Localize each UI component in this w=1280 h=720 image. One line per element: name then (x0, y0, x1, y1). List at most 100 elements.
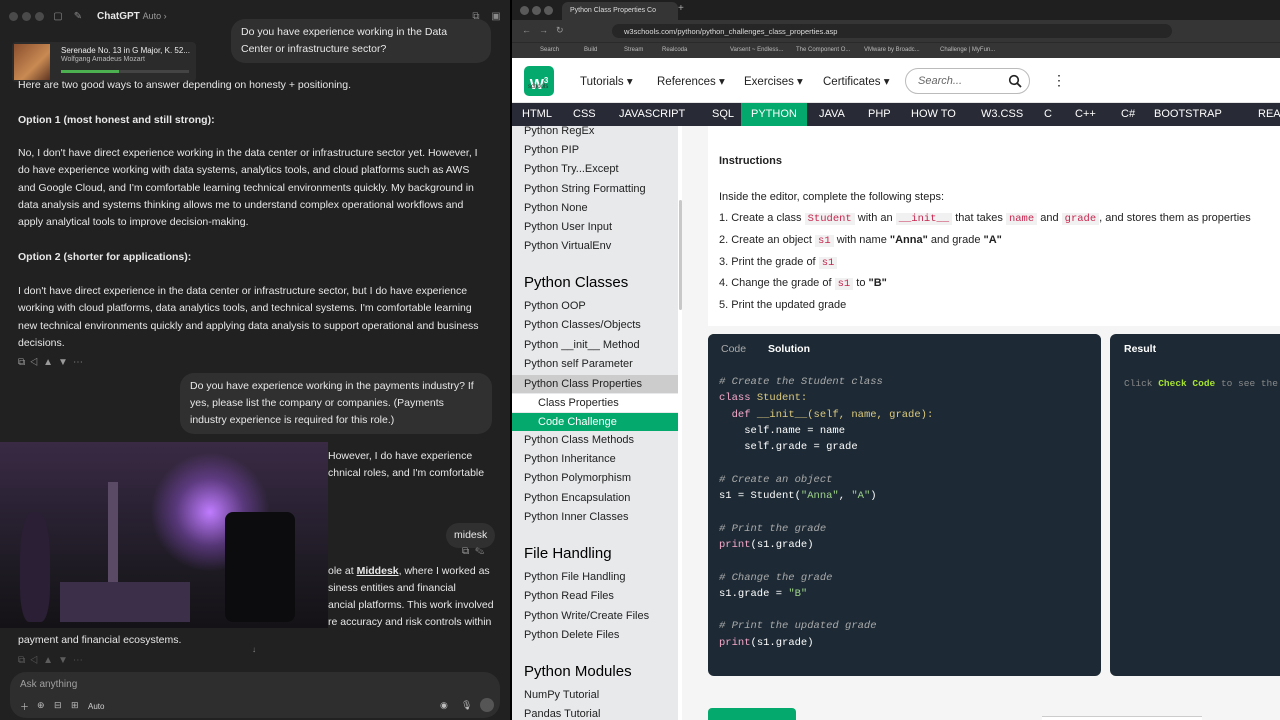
nav-exercises[interactable]: Exercises ▾ (744, 74, 803, 88)
speaker-icon[interactable]: ◁ (30, 357, 43, 368)
topnav-css[interactable]: CSS (563, 103, 606, 126)
topnav-react[interactable]: REACT (1248, 103, 1280, 126)
thumbs-down-icon[interactable]: ▼ (58, 357, 73, 368)
topnav-c#[interactable]: C# (1111, 103, 1145, 126)
voice-mode-icon[interactable] (480, 698, 494, 712)
code-editor[interactable]: Code Solution # Create the Student class… (708, 334, 1101, 676)
sidebar-item[interactable]: Python User Input (524, 221, 612, 233)
sidebar-item[interactable]: Python PIP (524, 144, 579, 156)
sidebar-item[interactable]: Python Read Files (524, 590, 614, 602)
message-input[interactable]: Ask anything (20, 679, 77, 690)
sidebar-item-active[interactable]: Python Class Properties (512, 375, 678, 393)
back-icon[interactable]: ← (522, 25, 539, 35)
edit-icon[interactable]: ✎ (475, 546, 490, 557)
inline-code: grade (1061, 213, 1100, 225)
address-bar-row: ←→↻ w3schools.com/python/python_challeng… (512, 20, 1280, 42)
nav-certificates[interactable]: Certificates ▾ (823, 74, 889, 88)
sidebar-item[interactable]: Python Polymorphism (524, 472, 631, 484)
nav-tutorials[interactable]: Tutorials ▾ (580, 74, 633, 88)
window-icon[interactable]: ▣ (490, 10, 502, 22)
copy-icon[interactable]: ⧉ (462, 546, 475, 557)
sidebar-item[interactable]: Python OOP (524, 300, 586, 312)
bookmark-item[interactable]: Search (540, 47, 559, 53)
bookmark-item[interactable]: Challenge | MyFun... (940, 47, 995, 53)
feedback-widget[interactable] (1042, 716, 1202, 720)
sidebar-item[interactable]: Python Try...Except (524, 163, 619, 175)
tab-solution[interactable]: Solution (768, 343, 810, 355)
nav-references[interactable]: References ▾ (657, 74, 725, 88)
apps-icon[interactable]: ⊞ (71, 700, 79, 711)
sidebar-toggle-icon[interactable]: ▢ (52, 10, 64, 22)
topnav-html[interactable]: HTML (512, 103, 562, 126)
sidebar-item[interactable]: Python Inheritance (524, 453, 616, 465)
sidebar-item[interactable]: Pandas Tutorial (524, 708, 600, 720)
w3schools-logo[interactable]: W3 schools (524, 66, 554, 96)
close-window-button[interactable] (520, 6, 529, 15)
sidebar-item[interactable]: Python Inner Classes (524, 511, 629, 523)
sidebar-subitem[interactable]: Class Properties (512, 394, 678, 412)
mode-selector[interactable]: Auto (88, 702, 104, 711)
topnav-python[interactable]: PYTHON (741, 103, 807, 126)
new-tab-icon[interactable]: + (678, 3, 684, 14)
step-text: and grade (930, 234, 981, 246)
tools-icon[interactable]: ⊟ (54, 700, 62, 711)
bookmark-item[interactable]: The Component O... (796, 47, 850, 53)
topnav-javascript[interactable]: JAVASCRIPT (609, 103, 695, 126)
microphone-icon[interactable]: 🎙 (461, 700, 472, 711)
forward-icon[interactable]: → (539, 25, 556, 35)
browser-tab-active[interactable]: Python Class Properties Co (562, 2, 678, 20)
sidebar-subitem-current[interactable]: Code Challenge (512, 413, 678, 431)
close-window-button[interactable] (9, 12, 18, 21)
sidebar-item[interactable]: Python String Formatting (524, 183, 646, 195)
search-icon[interactable] (1008, 74, 1022, 88)
topnav-w3-css[interactable]: W3.CSS (971, 103, 1033, 126)
tab-code[interactable]: Code (721, 343, 746, 355)
topnav-c[interactable]: C (1034, 103, 1062, 126)
minimize-window-button[interactable] (22, 12, 31, 21)
model-selector[interactable]: ChatGPT Auto › (97, 11, 167, 22)
sidebar-item[interactable]: Python Encapsulation (524, 492, 630, 504)
check-code-button[interactable] (708, 708, 796, 720)
bookmark-item[interactable]: VMware by Broadc... (864, 47, 920, 53)
record-icon[interactable]: ◉ (440, 700, 448, 711)
thumbs-up-icon[interactable]: ▲ (43, 357, 58, 368)
sidebar-item[interactable]: Python None (524, 202, 588, 214)
more-icon[interactable]: ⋯ (73, 357, 88, 368)
now-playing-widget[interactable]: Serenade No. 13 in G Major, K. 52... Wol… (12, 42, 196, 82)
sidebar-item[interactable]: Python self Parameter (524, 358, 633, 370)
bookmark-item[interactable]: Stream (624, 47, 643, 53)
url-field[interactable]: w3schools.com/python/python_challenges_c… (612, 24, 1172, 38)
sidebar-item[interactable]: Python Class Methods (524, 434, 634, 446)
scroll-down-icon[interactable]: ↓ (252, 645, 256, 654)
maximize-window-button[interactable] (35, 12, 44, 21)
bookmark-item[interactable]: Varsent ~ Endless... (730, 47, 783, 53)
company-link[interactable]: Middesk (357, 565, 399, 577)
sidebar-item[interactable]: Python __init__ Method (524, 339, 640, 351)
topnav-how-to[interactable]: HOW TO (901, 103, 966, 126)
search-input[interactable]: Search... (905, 68, 1030, 94)
minimize-window-button[interactable] (532, 6, 541, 15)
topnav-java[interactable]: JAVA (809, 103, 855, 126)
sidebar-item[interactable]: Python Write/Create Files (524, 610, 649, 622)
maximize-window-button[interactable] (544, 6, 553, 15)
bookmark-item[interactable]: Build (584, 47, 597, 53)
topnav-sql[interactable]: SQL (702, 103, 744, 126)
sidebar-item[interactable]: Python Delete Files (524, 629, 619, 641)
sidebar-item[interactable]: Python RegEx (524, 126, 594, 137)
more-menu-icon[interactable]: ⋮ (1052, 72, 1066, 89)
reload-icon[interactable]: ↻ (556, 25, 572, 35)
chat-composer[interactable]: Ask anything ＋ ⊕ ⊟ ⊞ Auto ◉ 🎙 (10, 672, 500, 718)
topnav-php[interactable]: PHP (858, 103, 901, 126)
bookmark-item[interactable]: Realcoda (662, 47, 687, 53)
sidebar-item[interactable]: Python Classes/Objects (524, 319, 641, 331)
sidebar-item[interactable]: Python VirtualEnv (524, 240, 611, 252)
sidebar-item[interactable]: NumPy Tutorial (524, 689, 599, 701)
sidebar-item[interactable]: Python File Handling (524, 571, 626, 583)
copy-icon[interactable]: ⧉ (18, 357, 30, 368)
globe-icon[interactable]: ⊕ (37, 700, 45, 711)
plus-icon[interactable]: ＋ (20, 700, 29, 713)
playback-progress[interactable] (61, 70, 189, 73)
topnav-bootstrap[interactable]: BOOTSTRAP (1144, 103, 1232, 126)
topnav-c++[interactable]: C++ (1065, 103, 1106, 126)
new-chat-icon[interactable]: ✎ (72, 10, 84, 22)
